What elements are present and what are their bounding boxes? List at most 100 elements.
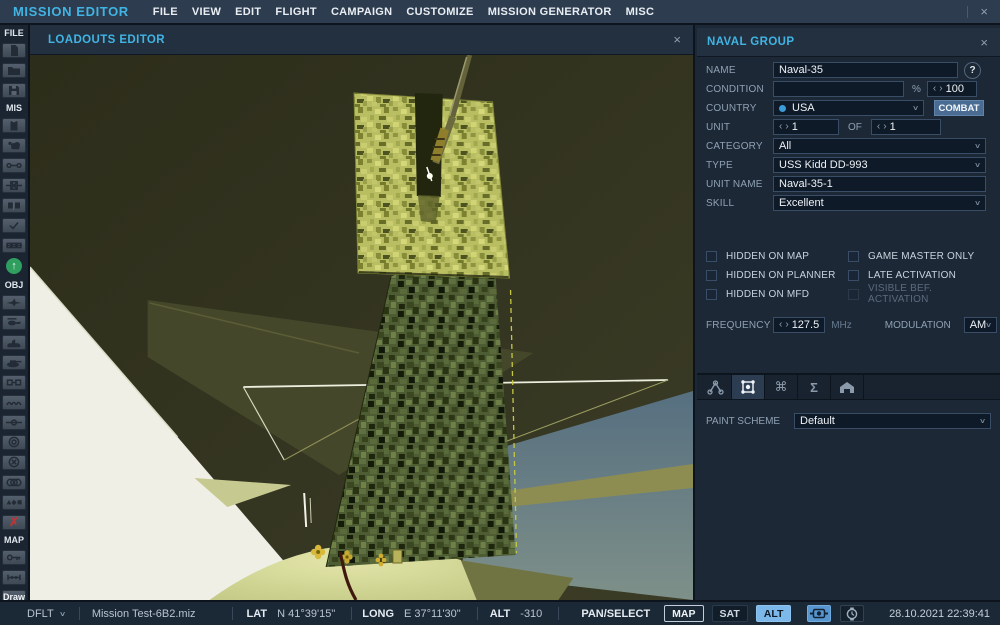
- sequence-button[interactable]: [2, 474, 26, 490]
- help-button[interactable]: ?: [964, 61, 981, 79]
- weather-button[interactable]: [2, 137, 26, 153]
- menu-campaign[interactable]: CAMPAIGN: [331, 6, 392, 18]
- view-options-button[interactable]: [807, 605, 832, 622]
- spin-left-icon[interactable]: ‹: [877, 122, 880, 132]
- condition-input[interactable]: [773, 81, 904, 97]
- menu-edit[interactable]: EDIT: [235, 6, 261, 18]
- clipboard-icon: [10, 119, 18, 130]
- spin-right-icon[interactable]: ›: [785, 320, 788, 330]
- menu-mission-generator[interactable]: MISSION GENERATOR: [488, 6, 612, 18]
- app-close-icon[interactable]: ×: [980, 4, 988, 19]
- unit-label: UNIT: [706, 121, 731, 133]
- menu-flight[interactable]: FLIGHT: [275, 6, 317, 18]
- sat-button[interactable]: SAT: [711, 605, 748, 622]
- statusbar-divider: [78, 607, 80, 620]
- spin-left-icon[interactable]: ‹: [779, 122, 782, 132]
- zone-button[interactable]: [2, 434, 26, 450]
- tab-hangar[interactable]: [831, 375, 864, 399]
- mission-goals-button[interactable]: [2, 177, 26, 193]
- add-helicopter-button[interactable]: [2, 314, 26, 330]
- add-group-button[interactable]: [2, 394, 26, 410]
- modulation-dropdown[interactable]: AM ∨: [963, 317, 998, 333]
- condition-label: CONDITION: [706, 83, 764, 95]
- late-activation-checkbox[interactable]: [847, 269, 859, 281]
- route-icon: [706, 380, 724, 395]
- triggers-button[interactable]: [2, 157, 26, 173]
- type-dropdown[interactable]: USS Kidd DD-993 ∨: [773, 157, 986, 173]
- tab-route[interactable]: [699, 375, 732, 399]
- combat-button[interactable]: COMBAT: [934, 100, 984, 116]
- tab-actions[interactable]: ⌘: [765, 375, 798, 399]
- open-mission-button[interactable]: [2, 62, 26, 78]
- profile-selector[interactable]: DFLT: [27, 608, 54, 620]
- country-row: COUNTRY USA ∨ COMBAT: [706, 100, 991, 116]
- new-mission-button[interactable]: [2, 42, 26, 58]
- helicopter-icon: [7, 317, 21, 325]
- waypoint-button[interactable]: [2, 414, 26, 430]
- loadouts-editor-header: LOADOUTS EDITOR ×: [30, 25, 693, 55]
- type-label: TYPE: [706, 159, 733, 171]
- loadouts-close-icon[interactable]: ×: [673, 32, 681, 47]
- spin-right-icon[interactable]: ›: [785, 122, 788, 132]
- templates-button[interactable]: [2, 494, 26, 510]
- hidden-on-planner-checkbox[interactable]: [706, 269, 717, 281]
- unit-name-input[interactable]: [773, 176, 986, 192]
- menu-misc[interactable]: MISC: [626, 6, 655, 18]
- long-value: E 37°11'30": [404, 607, 461, 620]
- hidden-on-mfd-label: HIDDEN ON MFD: [726, 288, 810, 300]
- game-master-only-checkbox[interactable]: [847, 250, 859, 262]
- add-ship-button[interactable]: [2, 334, 26, 350]
- spin-right-icon[interactable]: ›: [939, 84, 942, 94]
- frequency-value: 127.5: [791, 319, 820, 331]
- goal-flags-button[interactable]: [2, 197, 26, 213]
- add-vehicle-button[interactable]: [2, 354, 26, 370]
- condition-spinner[interactable]: ‹ › 100: [926, 81, 977, 97]
- status-bar: DFLT ∨ Mission Test-6B2.miz LAT N 41°39'…: [0, 600, 1000, 625]
- alt-button-label: ALT: [763, 607, 784, 620]
- zone-exclude-button[interactable]: [2, 454, 26, 470]
- country-dropdown[interactable]: USA ∨: [773, 100, 924, 116]
- save-floppy-icon: [9, 85, 19, 95]
- tab-group[interactable]: [732, 375, 765, 399]
- naval-group-close-icon[interactable]: ×: [980, 35, 988, 50]
- menu-customize[interactable]: CUSTOMIZE: [406, 6, 473, 18]
- briefing-button[interactable]: [2, 117, 26, 133]
- condition-spin-value: 100: [945, 83, 964, 95]
- category-dropdown[interactable]: All ∨: [773, 138, 986, 154]
- save-mission-button[interactable]: [2, 82, 26, 98]
- name-input[interactable]: [773, 62, 958, 78]
- unit-count-spinner[interactable]: ‹ › 1: [773, 119, 839, 135]
- spin-left-icon[interactable]: ‹: [779, 320, 782, 330]
- alt-button[interactable]: ALT: [755, 605, 792, 622]
- hidden-on-mfd-checkbox[interactable]: [706, 288, 717, 300]
- tab-summary[interactable]: Σ: [798, 375, 831, 399]
- section-mis-label: MIS: [5, 103, 22, 113]
- spin-right-icon[interactable]: ›: [883, 122, 886, 132]
- condition-row: CONDITION % ‹ › 100: [706, 81, 991, 97]
- map-button[interactable]: MAP: [664, 605, 704, 622]
- time-settings-button[interactable]: [840, 605, 865, 622]
- map-key-button[interactable]: [2, 549, 26, 565]
- validate-button[interactable]: [2, 217, 26, 233]
- menu-view[interactable]: VIEW: [192, 6, 221, 18]
- key-icon: [6, 554, 21, 560]
- sync-up-button[interactable]: ↑: [6, 258, 22, 274]
- paint-scheme-dropdown[interactable]: Default ∨: [794, 413, 991, 429]
- mast-glint: [426, 173, 433, 179]
- delete-button[interactable]: ✗: [2, 514, 26, 530]
- visible-bef-activation-label: VISIBLE BEF. ACTIVATION: [867, 283, 933, 305]
- unit-total-spinner[interactable]: ‹ › 1: [870, 119, 941, 135]
- menu-file[interactable]: FILE: [153, 6, 178, 18]
- ruler-button[interactable]: [2, 569, 26, 585]
- chain-button[interactable]: [2, 237, 26, 253]
- add-static-button[interactable]: [2, 374, 26, 390]
- unit-total-value: 1: [889, 121, 896, 133]
- spin-left-icon[interactable]: ‹: [933, 84, 936, 94]
- late-activation-option: LATE ACTIVATION: [847, 269, 991, 281]
- frequency-spinner[interactable]: ‹ › 127.5: [773, 317, 826, 333]
- add-airplane-button[interactable]: [2, 294, 26, 310]
- category-value: All: [779, 140, 792, 152]
- skill-dropdown[interactable]: Excellent ∨: [773, 195, 986, 211]
- 3d-viewport[interactable]: [30, 55, 693, 600]
- hidden-on-map-checkbox[interactable]: [706, 250, 717, 262]
